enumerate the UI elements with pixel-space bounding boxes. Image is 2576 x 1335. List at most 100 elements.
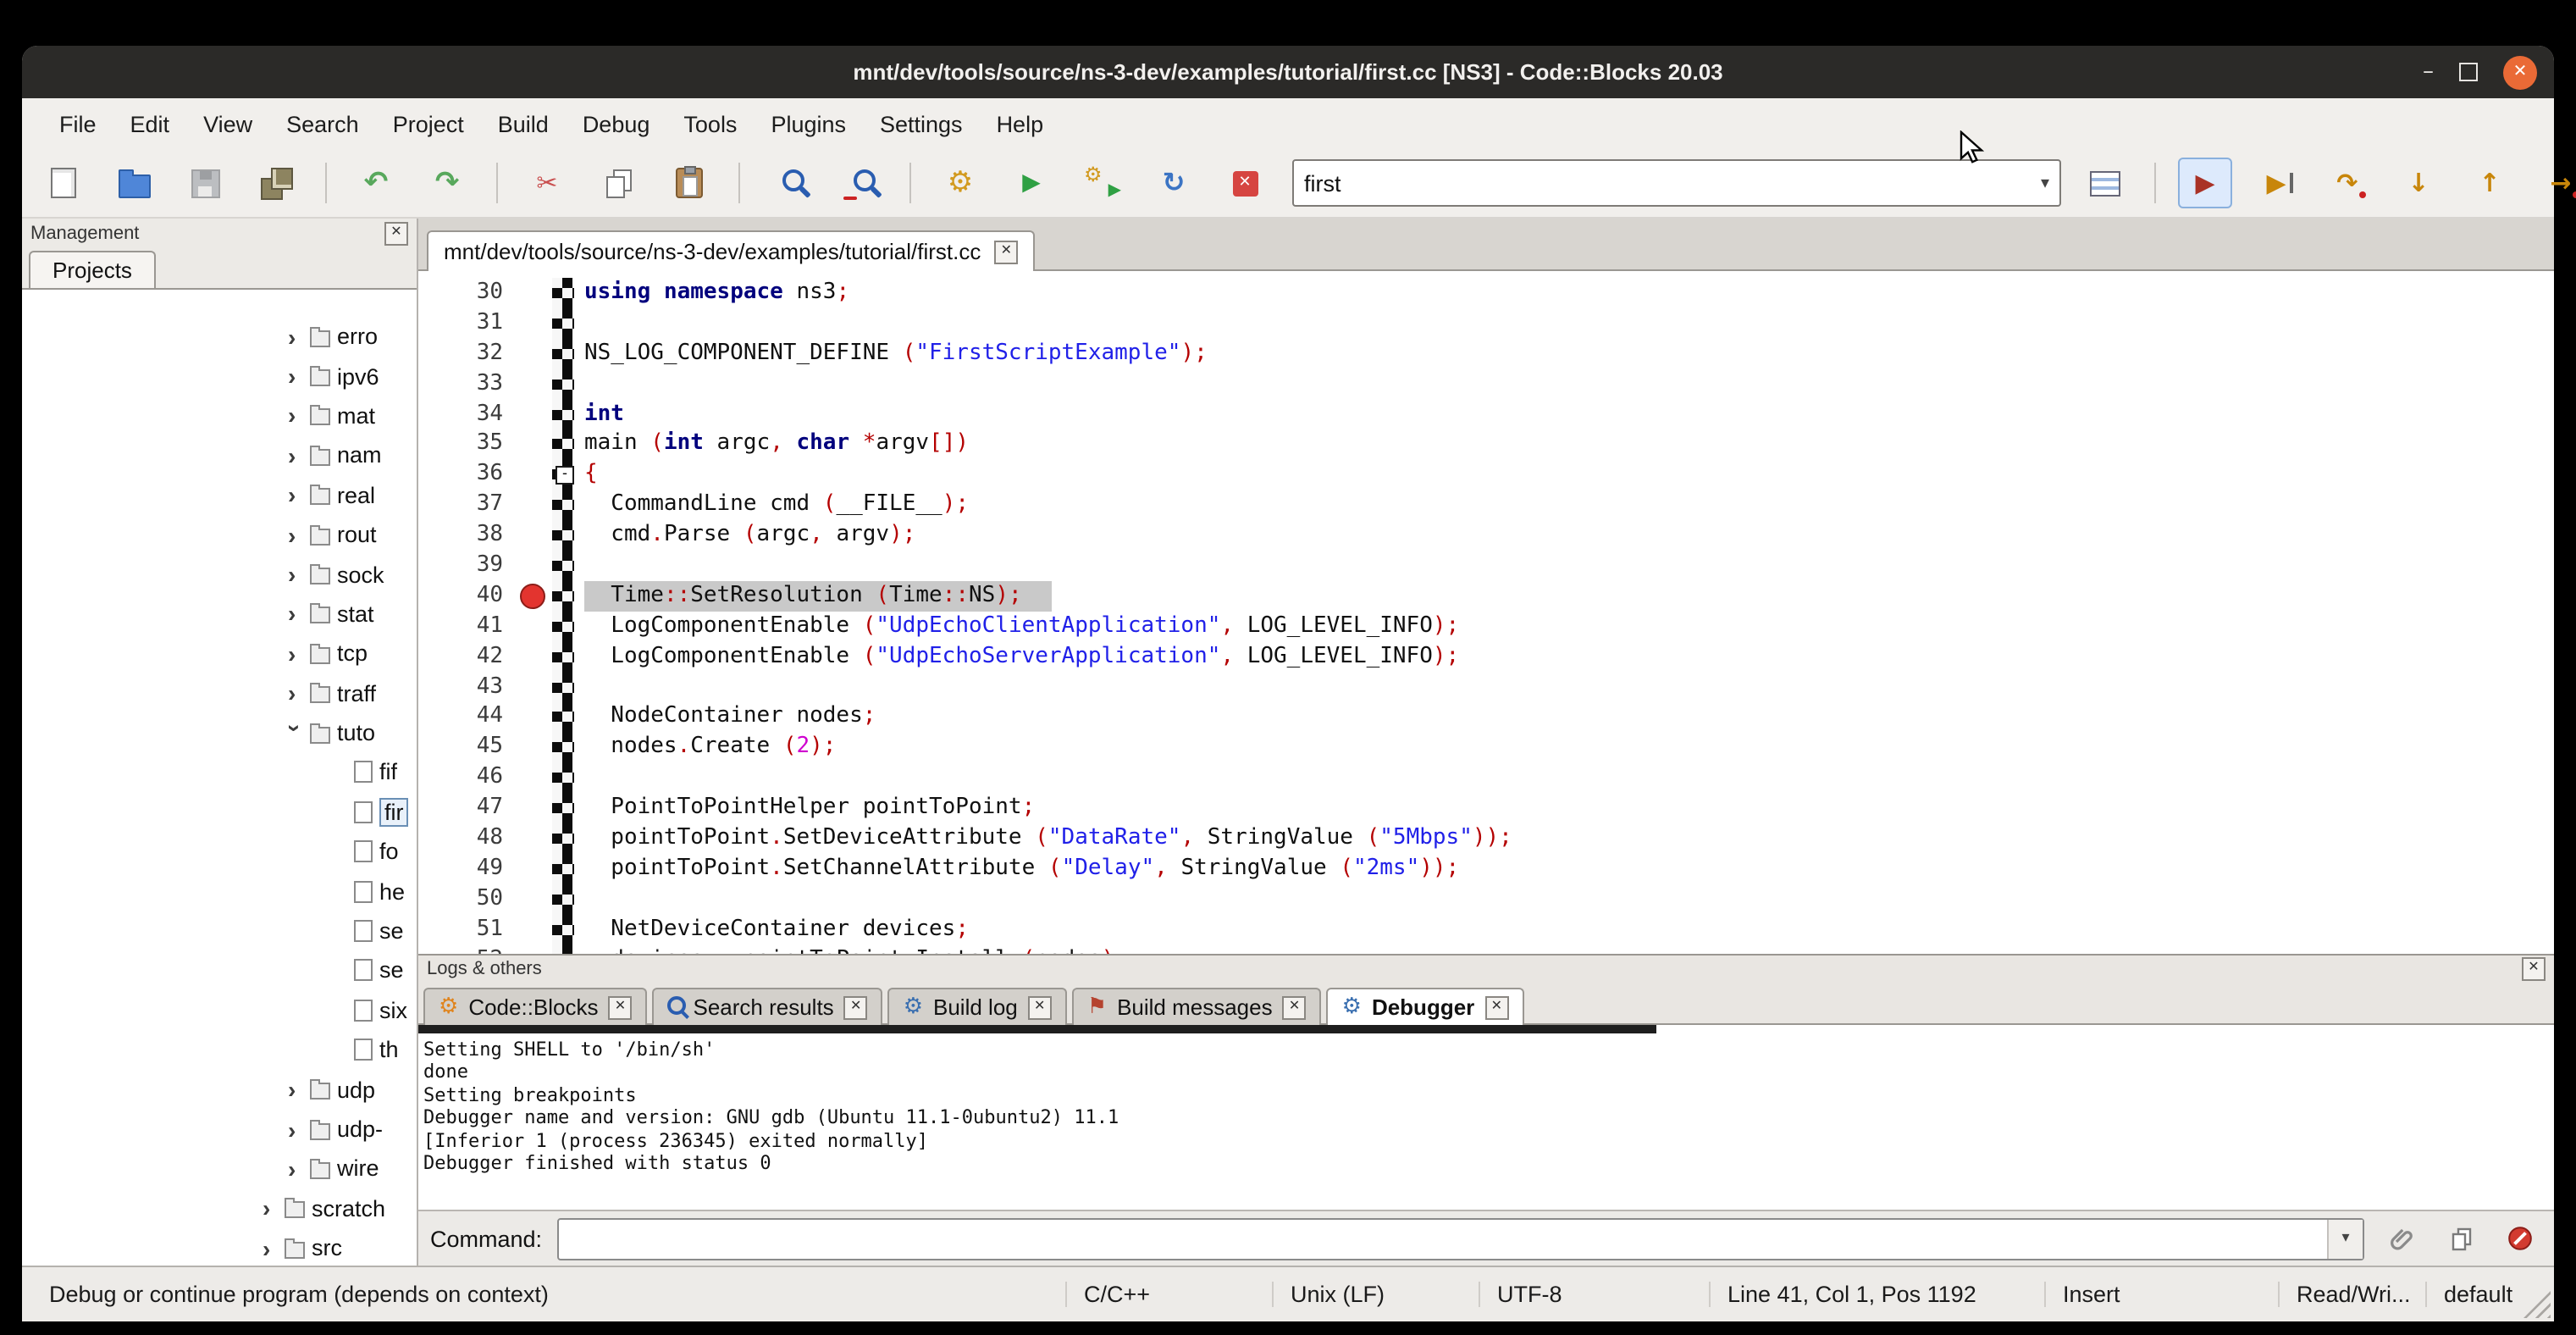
tree-item[interactable]: fif xyxy=(22,753,417,793)
chevron-right-icon[interactable]: › xyxy=(288,324,303,348)
code-line[interactable]: 48 pointToPoint.SetDeviceAttribute ("Dat… xyxy=(418,823,2554,854)
fold-margin[interactable] xyxy=(552,763,574,794)
fold-margin[interactable] xyxy=(552,944,574,954)
tree-item[interactable]: ›wire xyxy=(22,1149,417,1188)
tree-item[interactable]: ›tuto xyxy=(22,713,417,753)
tab-build-messages[interactable]: ⚑Build messages✕ xyxy=(1072,988,1322,1025)
breakpoint-margin[interactable] xyxy=(515,308,552,339)
code-line[interactable]: 49 pointToPoint.SetChannelAttribute ("De… xyxy=(418,854,2554,884)
fold-marker[interactable]: - xyxy=(556,467,574,485)
run-to-cursor-button[interactable]: ▶ xyxy=(2249,158,2303,208)
editor-tab-first-cc[interactable]: mnt/dev/tools/source/ns-3-dev/examples/t… xyxy=(427,230,1035,271)
chevron-right-icon[interactable]: › xyxy=(288,602,303,626)
menu-settings[interactable]: Settings xyxy=(863,104,980,143)
tree-item[interactable]: fo xyxy=(22,832,417,872)
build-button[interactable]: ⚙ xyxy=(933,158,987,208)
paperclip-button[interactable] xyxy=(2380,1218,2424,1259)
tree-item[interactable]: six xyxy=(22,990,417,1030)
chevron-right-icon[interactable]: › xyxy=(288,1157,303,1181)
tree-item[interactable]: se xyxy=(22,951,417,991)
next-line-button[interactable]: ↷ xyxy=(2320,158,2374,208)
menu-project[interactable]: Project xyxy=(376,104,481,143)
fold-margin[interactable] xyxy=(552,429,574,460)
fold-margin[interactable] xyxy=(552,854,574,884)
tab-projects[interactable]: Projects xyxy=(29,251,156,288)
breakpoint-margin[interactable] xyxy=(515,763,552,794)
fold-margin[interactable] xyxy=(552,793,574,823)
code-line[interactable]: 51 NetDeviceContainer devices; xyxy=(418,914,2554,944)
tree-item[interactable]: ›udp xyxy=(22,1070,417,1110)
chevron-right-icon[interactable]: › xyxy=(288,681,303,705)
run-button[interactable]: ▶ xyxy=(1004,158,1059,208)
code-line[interactable]: 35main (int argc, char *argv[]) xyxy=(418,429,2554,460)
breakpoint-margin[interactable] xyxy=(515,884,552,915)
tab-build-log[interactable]: ⚙Build log✕ xyxy=(888,988,1067,1025)
close-icon[interactable]: ✕ xyxy=(994,240,1018,263)
close-icon[interactable]: ✕ xyxy=(2522,957,2546,981)
breakpoint-margin[interactable] xyxy=(515,854,552,884)
tree-item[interactable]: se xyxy=(22,911,417,951)
code-line[interactable]: 38 cmd.Parse (argc, argv); xyxy=(418,520,2554,551)
copy-log-button[interactable] xyxy=(2439,1218,2483,1259)
fold-margin[interactable] xyxy=(552,733,574,763)
code-line[interactable]: 33 xyxy=(418,368,2554,399)
breakpoint-margin[interactable] xyxy=(515,368,552,399)
code-line[interactable]: 31 xyxy=(418,308,2554,339)
fold-margin[interactable] xyxy=(552,641,574,672)
breakpoint-margin[interactable] xyxy=(515,460,552,490)
breakpoint-margin[interactable] xyxy=(515,914,552,944)
code-line[interactable]: 32NS_LOG_COMPONENT_DEFINE ("FirstScriptE… xyxy=(418,339,2554,369)
cut-button[interactable]: ✂ xyxy=(520,158,574,208)
breakpoint-margin[interactable] xyxy=(515,944,552,954)
save-all-button[interactable] xyxy=(249,158,303,208)
titlebar[interactable]: mnt/dev/tools/source/ns-3-dev/examples/t… xyxy=(22,46,2554,98)
tree-item[interactable]: ›scratch xyxy=(22,1188,417,1228)
clear-log-button[interactable] xyxy=(2498,1218,2542,1259)
code-line[interactable]: 42 LogComponentEnable ("UdpEchoServerApp… xyxy=(418,641,2554,672)
rebuild-button[interactable]: ↻ xyxy=(1147,158,1201,208)
menu-view[interactable]: View xyxy=(186,104,269,143)
fold-margin[interactable] xyxy=(552,368,574,399)
fold-margin[interactable] xyxy=(552,884,574,915)
tree-item[interactable]: ›udp- xyxy=(22,1110,417,1149)
close-icon[interactable]: ✕ xyxy=(384,221,408,245)
tree-item[interactable]: ›erro xyxy=(22,317,417,357)
code-line[interactable]: 37 CommandLine cmd (__FILE__); xyxy=(418,490,2554,520)
chevron-right-icon[interactable]: › xyxy=(288,484,303,507)
code-line[interactable]: 36-{ xyxy=(418,460,2554,490)
copy-button[interactable] xyxy=(591,158,645,208)
code-line[interactable]: 52 devices = pointToPoint.Install (nodes… xyxy=(418,944,2554,954)
debug-continue-button[interactable]: ▶ xyxy=(2178,158,2232,208)
chevron-down-icon[interactable]: ▾ xyxy=(2041,174,2049,192)
breakpoint-margin[interactable] xyxy=(515,278,552,308)
breakpoint-margin[interactable] xyxy=(515,672,552,702)
fold-margin[interactable] xyxy=(552,581,574,612)
breakpoint-margin[interactable] xyxy=(515,641,552,672)
fold-margin[interactable] xyxy=(552,551,574,581)
breakpoint-margin[interactable] xyxy=(515,612,552,642)
chevron-right-icon[interactable]: › xyxy=(288,404,303,428)
close-icon[interactable]: ✕ xyxy=(1484,995,1508,1019)
fold-margin[interactable] xyxy=(552,520,574,551)
breakpoint-margin[interactable] xyxy=(515,581,552,612)
breakpoint-margin[interactable] xyxy=(515,823,552,854)
close-icon[interactable]: ✕ xyxy=(844,995,868,1019)
menu-debug[interactable]: Debug xyxy=(566,104,667,143)
breakpoint-margin[interactable] xyxy=(515,429,552,460)
menu-help[interactable]: Help xyxy=(980,104,1061,143)
breakpoint-margin[interactable] xyxy=(515,399,552,429)
menu-file[interactable]: File xyxy=(42,104,113,143)
breakpoint-margin[interactable] xyxy=(515,733,552,763)
code-line[interactable]: 47 PointToPointHelper pointToPoint; xyxy=(418,793,2554,823)
breakpoint-margin[interactable] xyxy=(515,702,552,733)
save-button[interactable] xyxy=(178,158,232,208)
menu-search[interactable]: Search xyxy=(269,104,376,143)
chevron-right-icon[interactable]: › xyxy=(288,642,303,666)
breakpoint-marker[interactable] xyxy=(520,584,545,609)
close-icon[interactable]: ✕ xyxy=(609,995,633,1019)
tree-item[interactable]: ›tcp xyxy=(22,634,417,673)
abort-build-button[interactable]: ✕ xyxy=(1218,158,1272,208)
tree-item[interactable]: ›ipv6 xyxy=(22,357,417,396)
menu-tools[interactable]: Tools xyxy=(666,104,754,143)
tree-item[interactable]: ›sock xyxy=(22,555,417,595)
